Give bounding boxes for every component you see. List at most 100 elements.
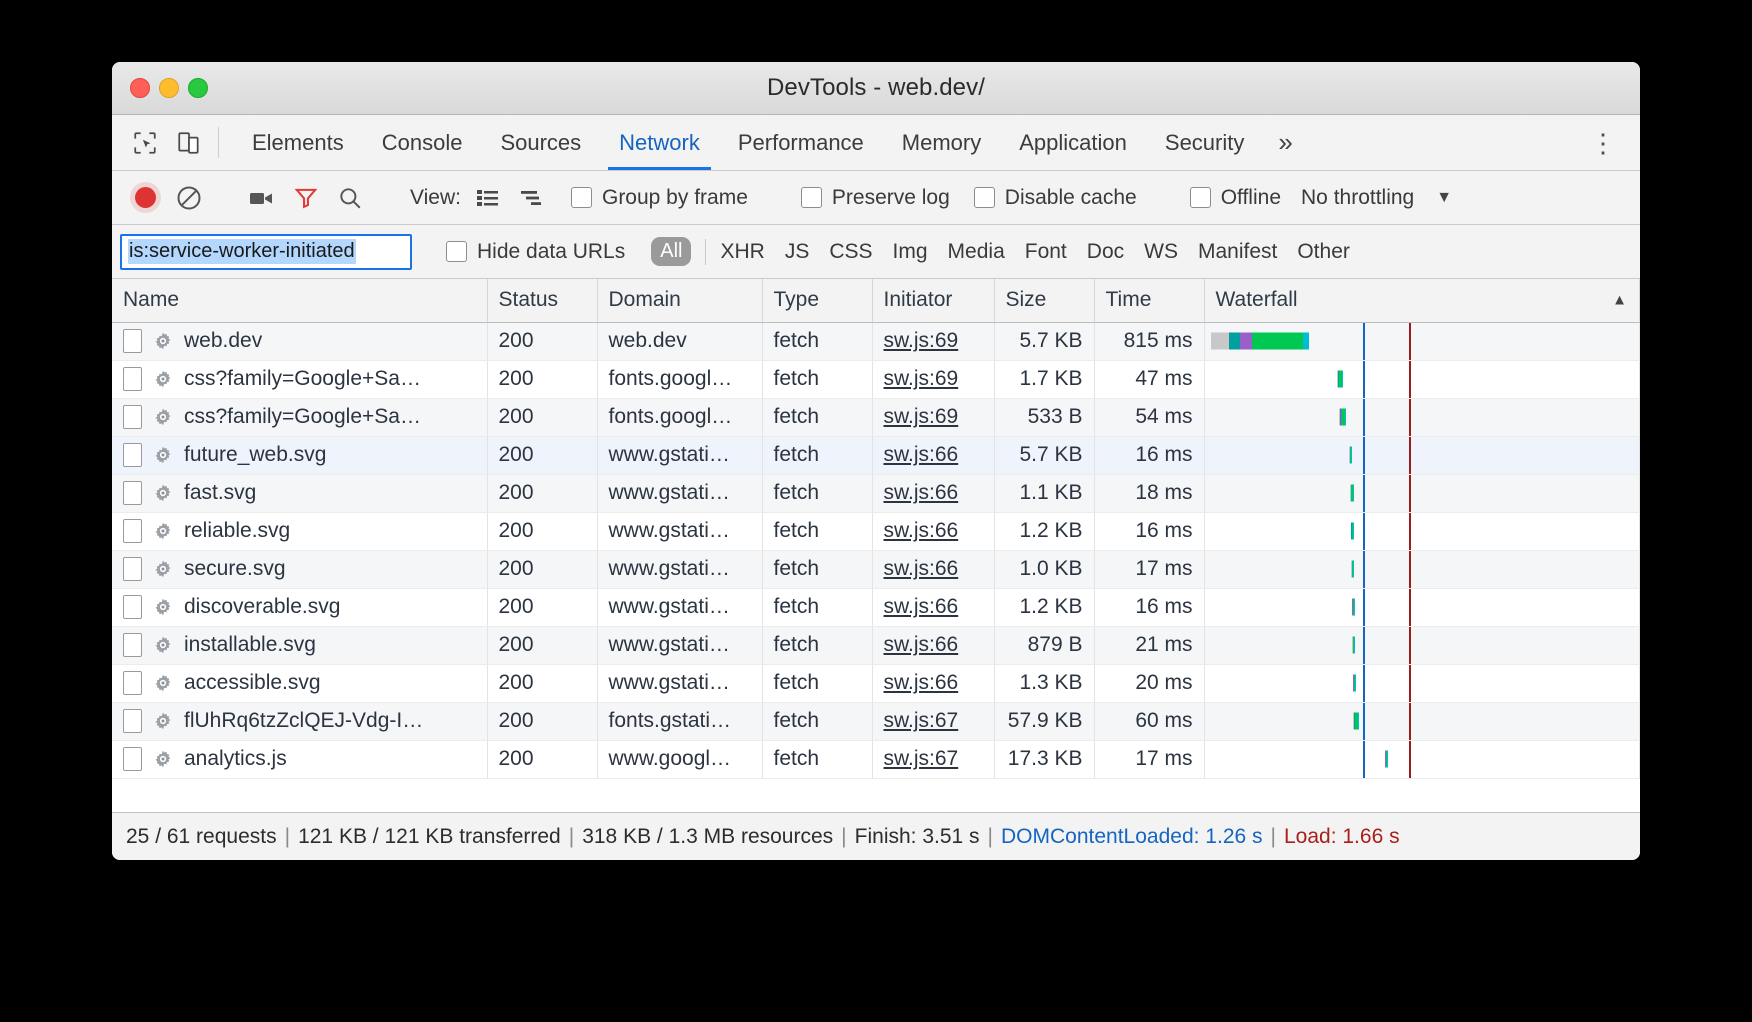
list-view-icon[interactable] [471, 181, 505, 215]
tab-network[interactable]: Network [600, 115, 719, 170]
table-row[interactable]: web.dev 200 web.dev fetch sw.js:69 5.7 KB 815 … [112, 322, 1640, 361]
filter-icon[interactable] [289, 181, 323, 215]
initiator-link[interactable]: sw.js:66 [884, 633, 959, 656]
column-header-name[interactable]: Name [112, 279, 488, 323]
more-tabs-icon[interactable]: » [1263, 115, 1307, 170]
table-row[interactable]: secure.svg 200 www.gstati… fetch sw.js:66 1.0… [112, 550, 1640, 589]
close-button[interactable] [130, 78, 150, 98]
filter-type-doc[interactable]: Doc [1077, 240, 1134, 264]
tab-elements[interactable]: Elements [233, 115, 363, 170]
table-row[interactable]: fast.svg 200 www.gstati… fetch sw.js:66 1.1 K… [112, 474, 1640, 513]
table-row[interactable]: css?family=Google+Sa… 200 fonts.googl… fetc… [112, 360, 1640, 399]
column-header-time[interactable]: Time [1094, 279, 1205, 323]
tab-performance[interactable]: Performance [719, 115, 883, 170]
cell-type: fetch [762, 512, 873, 551]
offline-checkbox[interactable]: Offline [1189, 186, 1281, 210]
initiator-link[interactable]: sw.js:66 [884, 557, 959, 580]
column-header-size[interactable]: Size [994, 279, 1095, 323]
tab-sources[interactable]: Sources [481, 115, 600, 170]
request-name: css?family=Google+Sa… [184, 367, 421, 390]
column-header-status[interactable]: Status [487, 279, 598, 323]
hide-data-urls-checkbox[interactable]: Hide data URLs [446, 240, 625, 264]
network-requests-grid[interactable]: Name Status Domain Type Initiator Size T… [112, 279, 1640, 812]
filter-type-manifest[interactable]: Manifest [1188, 240, 1287, 264]
device-toolbar-icon[interactable] [174, 128, 204, 158]
row-checkbox[interactable] [123, 747, 142, 771]
throttling-select[interactable]: No throttling [1301, 186, 1414, 210]
kebab-menu-icon[interactable]: ⋮ [1582, 130, 1624, 156]
table-row[interactable]: accessible.svg 200 www.gstati… fetch sw.js:6… [112, 664, 1640, 703]
group-by-frame-label: Group by frame [601, 185, 748, 209]
filter-type-ws[interactable]: WS [1134, 240, 1188, 264]
domcontentloaded-marker [1363, 512, 1366, 549]
table-row[interactable]: css?family=Google+Sa… 200 fonts.googl… fetc… [112, 398, 1640, 437]
column-header-domain[interactable]: Domain [597, 279, 763, 323]
initiator-link[interactable]: sw.js:66 [884, 481, 959, 504]
initiator-link[interactable]: sw.js:69 [884, 367, 959, 390]
initiator-link[interactable]: sw.js:67 [884, 747, 959, 770]
filter-type-other[interactable]: Other [1287, 240, 1360, 264]
clear-icon[interactable] [172, 181, 206, 215]
tab-console[interactable]: Console [363, 115, 482, 170]
initiator-link[interactable]: sw.js:67 [884, 709, 959, 732]
tab-security[interactable]: Security [1146, 115, 1263, 170]
row-checkbox[interactable] [123, 595, 142, 619]
tab-memory[interactable]: Memory [883, 115, 1000, 170]
row-checkbox[interactable] [123, 367, 142, 391]
row-checkbox[interactable] [123, 481, 142, 505]
filter-type-font[interactable]: Font [1015, 240, 1077, 264]
row-checkbox[interactable] [123, 557, 142, 581]
tab-label: Security [1164, 129, 1245, 155]
minimize-button[interactable] [159, 78, 179, 98]
initiator-link[interactable]: sw.js:69 [884, 405, 959, 428]
filter-type-img[interactable]: Img [883, 240, 938, 264]
initiator-link[interactable]: sw.js:66 [884, 519, 959, 542]
camera-icon[interactable] [245, 181, 279, 215]
cell-domain: www.gstati… [597, 512, 763, 551]
table-row[interactable]: discoverable.svg 200 www.gstati… fetch sw.js… [112, 588, 1640, 627]
filter-type-xhr[interactable]: XHR [710, 240, 774, 264]
initiator-link[interactable]: sw.js:66 [884, 671, 959, 694]
record-button[interactable] [128, 181, 162, 215]
row-checkbox[interactable] [123, 633, 142, 657]
column-header-type[interactable]: Type [762, 279, 873, 323]
row-checkbox[interactable] [123, 671, 142, 695]
row-checkbox[interactable] [123, 329, 142, 353]
preserve-log-label: Preserve log [831, 185, 950, 209]
table-row[interactable]: future_web.svg 200 www.gstati… fetch sw.js:6… [112, 436, 1640, 475]
filter-type-all[interactable]: All [651, 237, 692, 266]
table-row[interactable]: installable.svg 200 www.gstati… fetch sw.js:… [112, 626, 1640, 665]
filter-type-media[interactable]: Media [938, 240, 1015, 264]
cell-status: 200 [487, 740, 598, 779]
filter-type-css[interactable]: CSS [819, 240, 882, 264]
column-header-waterfall[interactable]: Waterfall ▲ [1204, 279, 1640, 323]
initiator-link[interactable]: sw.js:66 [884, 595, 959, 618]
disable-cache-checkbox[interactable]: Disable cache [973, 186, 1137, 210]
filter-input[interactable]: is:service-worker-initiated [120, 233, 412, 270]
tab-application[interactable]: Application [1000, 115, 1146, 170]
search-icon[interactable] [333, 181, 367, 215]
row-checkbox[interactable] [123, 709, 142, 733]
initiator-link[interactable]: sw.js:66 [884, 443, 959, 466]
preserve-log-checkbox[interactable]: Preserve log [800, 185, 950, 210]
row-checkbox[interactable] [123, 519, 142, 543]
cell-initiator: sw.js:66 [872, 512, 995, 551]
filter-type-js[interactable]: JS [775, 240, 820, 264]
cell-time: 60 ms [1094, 702, 1205, 741]
inspect-element-icon[interactable] [130, 128, 160, 158]
chevron-down-icon[interactable]: ▼ [1436, 189, 1452, 207]
table-row[interactable]: reliable.svg 200 www.gstati… fetch sw.js:66 1… [112, 512, 1640, 551]
column-header-initiator[interactable]: Initiator [872, 279, 995, 323]
row-checkbox[interactable] [123, 405, 142, 429]
group-by-frame-checkbox[interactable]: Group by frame [570, 185, 748, 210]
waterfall-bar [1352, 636, 1355, 654]
service-worker-gear-icon [155, 750, 171, 768]
table-row[interactable]: analytics.js 200 www.googl… fetch sw.js:67 17… [112, 740, 1640, 779]
maximize-button[interactable] [188, 78, 208, 98]
cell-waterfall [1204, 512, 1640, 551]
table-row[interactable]: flUhRq6tzZclQEJ-Vdg-I… 200 fonts.gstati… fe… [112, 702, 1640, 741]
row-checkbox[interactable] [123, 443, 142, 467]
cell-waterfall [1204, 550, 1640, 589]
waterfall-view-icon[interactable] [515, 181, 549, 215]
initiator-link[interactable]: sw.js:69 [884, 329, 959, 352]
